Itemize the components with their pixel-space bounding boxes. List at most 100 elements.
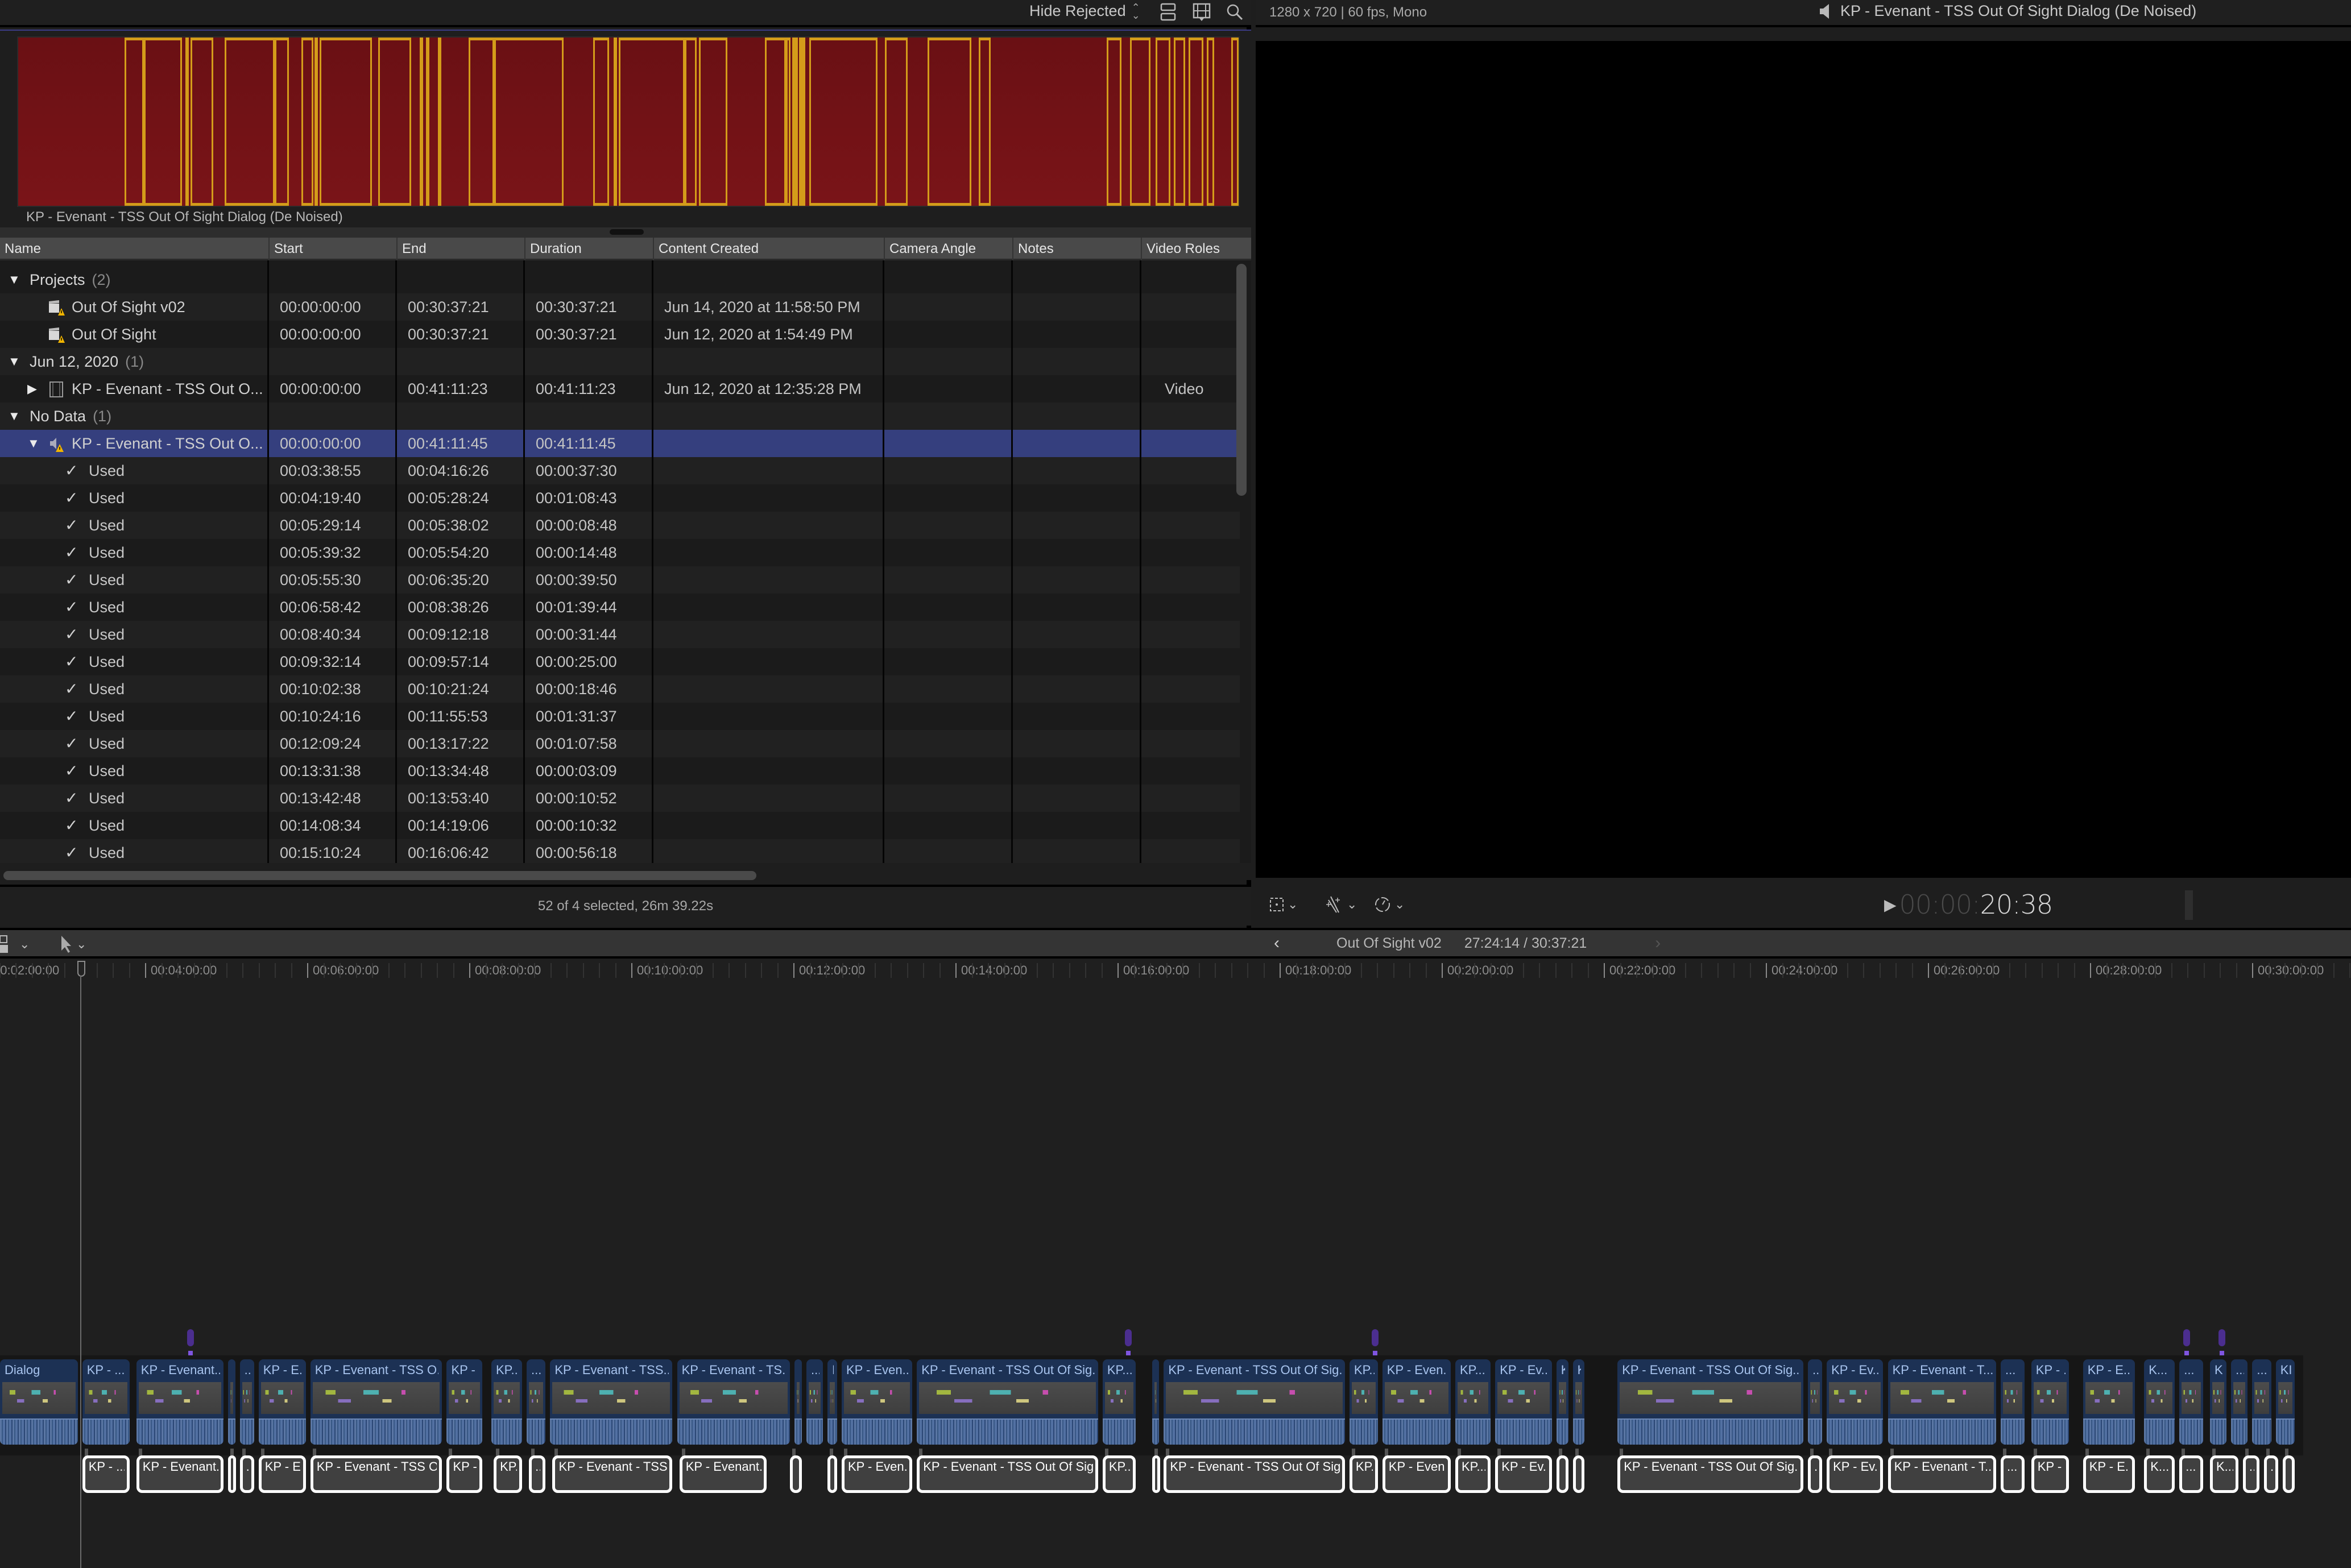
back-icon[interactable]: ‹ xyxy=(1274,934,1302,953)
timeline-clip[interactable]: K xyxy=(1556,1359,1568,1445)
list-row[interactable]: ✓ Used 00:03:38:55 00:04:16:26 00:00:37:30 xyxy=(0,457,1240,484)
used-range[interactable] xyxy=(614,38,618,206)
connected-clip[interactable]: ... xyxy=(2001,1455,2025,1493)
connected-clip[interactable]: KP - Ev... xyxy=(1827,1455,1884,1493)
column-header-duration[interactable]: Duration xyxy=(524,238,582,260)
list-row[interactable]: ✓ Used 00:14:08:34 00:14:19:06 00:00:10:32 xyxy=(0,812,1240,839)
used-range[interactable] xyxy=(274,38,289,206)
connected-clip[interactable]: K... xyxy=(2209,1455,2238,1493)
column-header-camera-angle[interactable]: Camera Angle xyxy=(884,238,976,260)
list-row[interactable]: ✓ Used 00:09:32:14 00:09:57:14 00:00:25:00 xyxy=(0,648,1240,675)
timeline-clip[interactable]: KP - Ev... xyxy=(1495,1359,1552,1445)
used-range[interactable] xyxy=(1207,38,1215,206)
connected-clip[interactable]: I xyxy=(1152,1455,1160,1493)
connected-clip[interactable]: ... xyxy=(1808,1455,1822,1493)
group-row[interactable]: ▼ No Data (1) xyxy=(0,403,1240,430)
connected-clip[interactable]: K xyxy=(790,1455,802,1493)
timeline-clip[interactable]: ... xyxy=(239,1359,254,1445)
list-row[interactable]: ✓ Used 00:12:09:24 00:13:17:22 00:01:07:58 xyxy=(0,730,1240,757)
connected-clip[interactable]: KP - Evenant - TSS Out Of Sig... xyxy=(1164,1455,1345,1493)
skimmer-playhead[interactable] xyxy=(77,961,85,977)
connected-clip[interactable]: KP - E... xyxy=(258,1455,306,1493)
timecode-display[interactable]: ▶ 00:00: 20:38 xyxy=(1884,889,2053,920)
connected-clip[interactable]: KP... xyxy=(1349,1455,1378,1493)
timeline-clip[interactable]: K... xyxy=(2144,1359,2175,1445)
connected-clip[interactable]: KP... xyxy=(1455,1455,1491,1493)
used-range[interactable] xyxy=(378,38,411,206)
list-row[interactable]: ✓ Used 00:08:40:34 00:09:12:18 00:00:31:44 xyxy=(0,621,1240,648)
used-range[interactable] xyxy=(185,38,189,206)
connected-clip[interactable]: KP - Evenant... xyxy=(136,1455,223,1493)
used-range[interactable] xyxy=(1107,38,1121,206)
list-row[interactable]: ✓ Used 00:15:10:24 00:16:06:42 00:00:56:18 xyxy=(0,839,1240,866)
timeline-marker[interactable] xyxy=(1372,1329,1379,1346)
timeline-clip[interactable]: ... xyxy=(1808,1359,1822,1445)
column-header-name[interactable]: Name xyxy=(0,238,41,260)
connected-clip[interactable]: KP... xyxy=(1102,1455,1136,1493)
timeline-clip[interactable]: KP - E... xyxy=(258,1359,306,1445)
timeline-marker[interactable] xyxy=(1125,1329,1132,1346)
connected-clip[interactable]: ... xyxy=(2179,1455,2203,1493)
clip-appearance-icon[interactable] xyxy=(1159,2,1178,22)
timeline-clip[interactable]: KP - Even... xyxy=(841,1359,913,1445)
timeline-clip[interactable]: KP - Evenant... xyxy=(136,1359,223,1445)
timeline-clip[interactable]: KP - Evenant - TSS O... xyxy=(310,1359,442,1445)
timeline-clip[interactable]: ... xyxy=(2001,1359,2025,1445)
list-row[interactable]: Out Of Sight v02 00:00:00:00 00:30:37:21 00… xyxy=(0,293,1240,321)
clip-appearance-button[interactable]: ⌄ xyxy=(0,935,30,954)
used-range[interactable] xyxy=(301,38,314,206)
timeline-marker[interactable] xyxy=(187,1329,194,1346)
search-icon[interactable] xyxy=(1225,2,1244,22)
timeline-clip[interactable]: K xyxy=(227,1359,235,1445)
connected-clip[interactable]: K xyxy=(1572,1455,1585,1493)
timeline-clip[interactable]: K xyxy=(827,1359,837,1445)
used-range[interactable] xyxy=(699,38,727,206)
used-range[interactable] xyxy=(1130,38,1151,206)
timeline-clip[interactable]: KP - Evenant - T... xyxy=(1888,1359,1996,1445)
connected-clip[interactable]: ... xyxy=(239,1455,254,1493)
timeline-clip[interactable]: KP... xyxy=(491,1359,522,1445)
timeline-clip[interactable]: KP - Even... xyxy=(1382,1359,1451,1445)
connected-clip[interactable]: KP - Ev... xyxy=(1495,1455,1552,1493)
timeline-clip[interactable]: KP... xyxy=(1102,1359,1136,1445)
timeline-marker[interactable] xyxy=(2218,1329,2225,1346)
used-range[interactable] xyxy=(468,38,494,206)
timeline-clip[interactable]: KP - Evenant - TS... xyxy=(677,1359,790,1445)
list-row[interactable]: ✓ Used 00:13:31:38 00:13:34:48 00:00:03:09 xyxy=(0,757,1240,785)
list-row[interactable]: ✓ Used 00:13:42:48 00:13:53:40 00:00:10:52 xyxy=(0,785,1240,812)
view-options-button[interactable]: ⌄ xyxy=(1268,895,1298,914)
list-row[interactable]: ✓ Used 00:06:58:42 00:08:38:26 00:01:39:44 xyxy=(0,594,1240,621)
clip-filmstrip[interactable] xyxy=(17,36,1240,207)
disclosure-triangle-icon[interactable]: ▼ xyxy=(8,266,20,293)
timeline-clip[interactable]: I xyxy=(1152,1359,1160,1445)
list-row[interactable]: ✓ Used 00:05:39:32 00:05:54:20 00:00:14:48 xyxy=(0,539,1240,566)
timeline-clip[interactable]: ... xyxy=(2252,1359,2271,1445)
connected-clip[interactable]: KP - Even... xyxy=(841,1455,913,1493)
used-range[interactable] xyxy=(884,38,908,206)
disclosure-triangle-icon[interactable]: ▼ xyxy=(27,430,40,457)
connected-clip[interactable]: KP - Even... xyxy=(1382,1455,1451,1493)
connected-clip[interactable]: ... xyxy=(529,1455,546,1493)
used-range[interactable] xyxy=(190,38,214,206)
timeline-clip[interactable]: KP... xyxy=(1349,1359,1378,1445)
used-range[interactable] xyxy=(314,38,318,206)
browser-splitter[interactable] xyxy=(0,227,1251,238)
timeline-ruler[interactable]: 00:02:00:00 00:04:00:00 00:06:00:00 00:08:0… xyxy=(0,959,2351,985)
used-range[interactable] xyxy=(801,38,806,206)
group-row[interactable]: ▼ Jun 12, 2020 (1) xyxy=(0,348,1240,375)
used-range[interactable] xyxy=(1156,38,1170,206)
timeline-clip[interactable]: KP - Evenant - TSS Out Of Sig... xyxy=(1164,1359,1345,1445)
connected-clip[interactable]: ... xyxy=(2242,1455,2259,1493)
clip-filter-popup[interactable]: Hide Rejected ⌃ ⌄ xyxy=(1029,2,1140,20)
timeline-clip[interactable]: KP - Ev... xyxy=(1827,1359,1884,1445)
timeline-clip[interactable]: KP - Evenant - TSS... xyxy=(550,1359,673,1445)
disclosure-triangle-icon[interactable]: ▼ xyxy=(8,403,20,430)
used-range[interactable] xyxy=(320,38,372,206)
timeline-clip[interactable]: K xyxy=(794,1359,802,1445)
used-range[interactable] xyxy=(593,38,609,206)
used-range[interactable] xyxy=(765,38,786,206)
transform-button[interactable]: ⌄ xyxy=(1324,895,1357,914)
connected-clip[interactable]: K xyxy=(227,1455,236,1493)
splitter-handle[interactable] xyxy=(610,229,644,235)
used-range[interactable] xyxy=(494,38,564,206)
